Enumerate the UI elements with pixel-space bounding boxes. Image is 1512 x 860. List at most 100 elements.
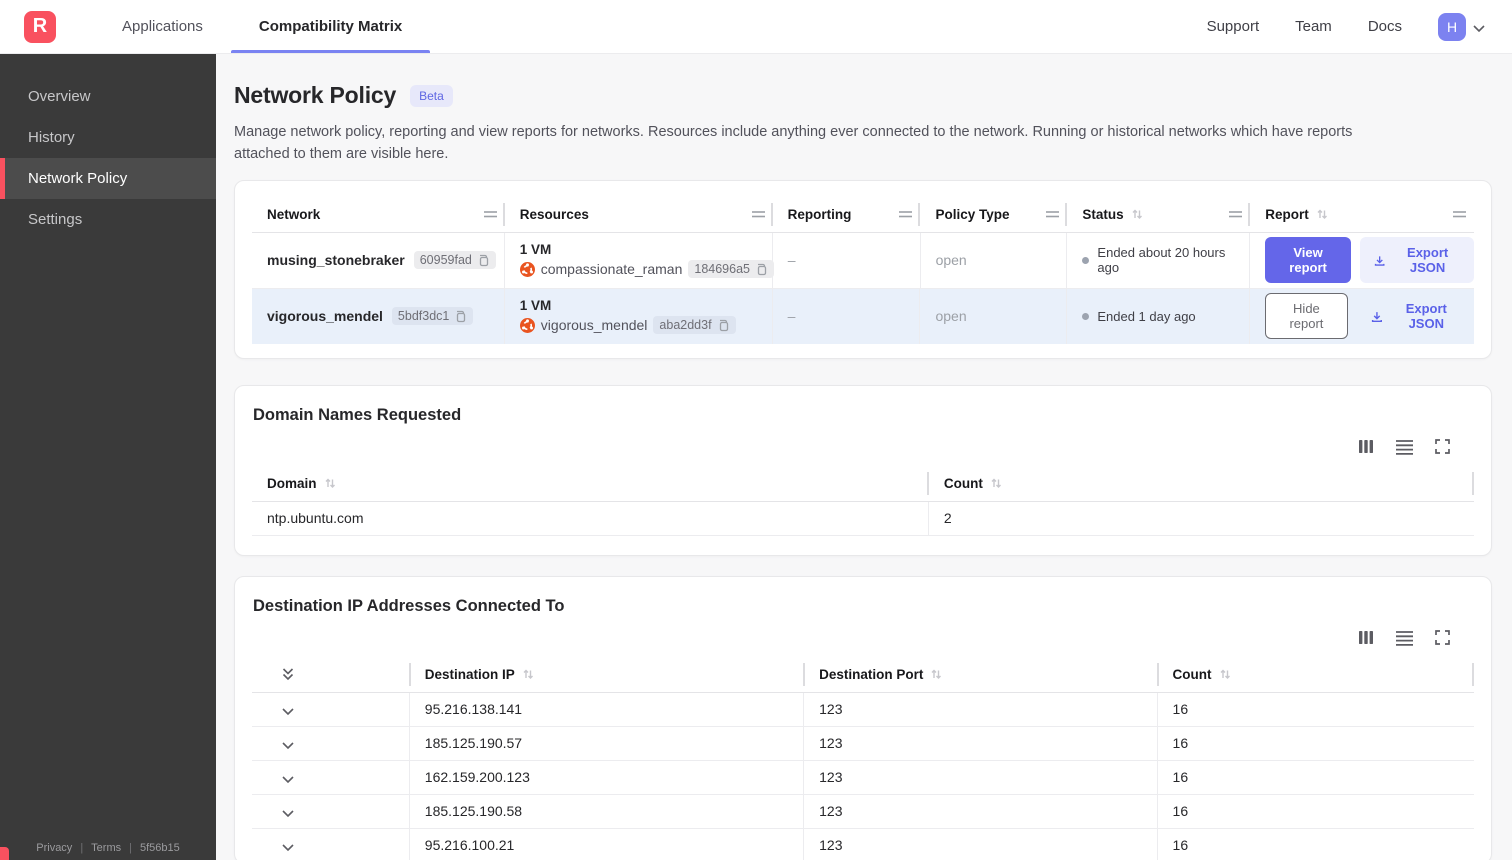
network-name: vigorous_mendel	[267, 308, 383, 325]
row-expander[interactable]	[252, 794, 410, 828]
build-hash: 5f56b15	[139, 842, 180, 854]
copy-icon[interactable]	[476, 253, 490, 267]
resource-id-pill[interactable]: aba2dd3f	[653, 316, 736, 335]
nav-tab-compatibility-matrix[interactable]: Compatibility Matrix	[230, 0, 431, 53]
domain-names-card: Domain Names Requested Domain Count ntp.…	[234, 384, 1492, 556]
col-header-report[interactable]: Report	[1250, 197, 1474, 232]
row-expander[interactable]	[252, 760, 410, 794]
policy-type-value: open	[920, 288, 1068, 344]
ubuntu-icon	[519, 261, 535, 277]
row-expander[interactable]	[252, 692, 410, 726]
network-id-pill[interactable]: 5bdf3dc1	[391, 307, 474, 326]
card-title: Destination IP Addresses Connected To	[253, 596, 565, 615]
export-json-button[interactable]: Export JSON	[1359, 237, 1474, 284]
navbar-right: Support Team Docs H	[1207, 12, 1512, 41]
copy-icon[interactable]	[453, 309, 467, 323]
sort-icon[interactable]	[930, 668, 943, 680]
app-logo[interactable]: R	[24, 10, 56, 43]
export-json-button[interactable]: Export JSON	[1357, 293, 1474, 339]
nav-link-support[interactable]: Support	[1207, 18, 1260, 35]
double-chevron-down-icon[interactable]	[281, 667, 295, 681]
column-resize-icon[interactable]	[899, 209, 913, 219]
nav-link-team[interactable]: Team	[1295, 18, 1332, 35]
col-header-domain[interactable]: Domain	[252, 466, 929, 501]
count-value: 16	[1172, 803, 1189, 820]
expand-all-header[interactable]	[252, 657, 410, 691]
count-value: 2	[943, 510, 952, 527]
sidebar-item-network-policy[interactable]: Network Policy	[0, 158, 216, 199]
view-report-button[interactable]: View report	[1265, 237, 1351, 284]
reporting-value: –	[773, 288, 921, 344]
count-value: 16	[1172, 735, 1189, 752]
col-header-count[interactable]: Count	[929, 466, 1474, 501]
column-resize-icon[interactable]	[1229, 209, 1243, 219]
network-table-card: Network Resources Reporting Policy Type	[234, 179, 1492, 359]
row-expander[interactable]	[252, 726, 410, 760]
col-header-network[interactable]: Network	[252, 197, 505, 232]
table-row: 185.125.190.58 123 16	[252, 794, 1474, 829]
network-table: Network Resources Reporting Policy Type	[252, 197, 1474, 344]
chevron-down-icon[interactable]	[281, 771, 295, 784]
copy-icon[interactable]	[716, 318, 730, 332]
column-resize-icon[interactable]	[751, 209, 765, 219]
chevron-down-icon[interactable]	[281, 703, 295, 716]
column-resize-icon[interactable]	[483, 209, 497, 219]
privacy-link[interactable]: Privacy	[36, 842, 72, 854]
reporting-value: –	[773, 232, 921, 288]
columns-icon[interactable]	[1358, 439, 1374, 455]
user-menu[interactable]: H	[1438, 12, 1486, 41]
sort-icon[interactable]	[324, 477, 337, 489]
download-icon	[1374, 255, 1385, 266]
sidebar-item-overview[interactable]: Overview	[0, 76, 216, 117]
chevron-down-icon[interactable]	[281, 839, 295, 852]
row-expander[interactable]	[252, 828, 410, 860]
network-id-pill[interactable]: 60959fad	[413, 251, 496, 270]
table-row: ntp.ubuntu.com 2	[252, 501, 1474, 536]
col-header-destination-port[interactable]: Destination Port	[803, 657, 1157, 692]
col-header-count[interactable]: Count	[1156, 657, 1474, 692]
destination-ips-card: Destination IP Addresses Connected To De…	[234, 575, 1492, 860]
copy-icon[interactable]	[754, 262, 768, 276]
resource-id-pill[interactable]: 184696a5	[688, 260, 774, 279]
col-header-destination-ip[interactable]: Destination IP	[408, 657, 804, 692]
destination-table-header: Destination IP Destination Port Count	[252, 657, 1474, 693]
nav-tab-applications[interactable]: Applications	[94, 0, 231, 53]
destination-port-value: 123	[804, 726, 1158, 760]
status-dot	[1082, 312, 1090, 320]
count-value: 16	[1172, 769, 1189, 786]
density-icon[interactable]	[1396, 439, 1413, 455]
nav-link-docs[interactable]: Docs	[1368, 18, 1402, 35]
col-header-status[interactable]: Status	[1067, 197, 1251, 232]
sort-icon[interactable]	[990, 477, 1003, 489]
domain-table-header: Domain Count	[252, 466, 1474, 502]
columns-icon[interactable]	[1358, 630, 1374, 646]
sidebar-item-settings[interactable]: Settings	[0, 199, 216, 240]
sort-icon[interactable]	[1131, 208, 1144, 220]
resource-name: vigorous_mendel	[540, 317, 648, 334]
chevron-down-icon[interactable]	[281, 805, 295, 818]
resource-name: compassionate_raman	[540, 261, 683, 278]
policy-type-value: open	[921, 232, 1068, 288]
column-resize-icon[interactable]	[1046, 209, 1060, 219]
sort-icon[interactable]	[1219, 668, 1232, 680]
col-header-reporting[interactable]: Reporting	[773, 197, 921, 232]
corner-accent	[0, 847, 9, 860]
table-row: 162.159.200.123 123 16	[252, 760, 1474, 795]
col-header-policy-type[interactable]: Policy Type	[920, 197, 1068, 232]
fullscreen-icon[interactable]	[1435, 439, 1450, 455]
sidebar: Overview History Network Policy Settings…	[0, 54, 216, 860]
sidebar-item-history[interactable]: History	[0, 117, 216, 158]
col-header-resources[interactable]: Resources	[505, 197, 773, 232]
column-resize-icon[interactable]	[1453, 209, 1467, 219]
density-icon[interactable]	[1396, 630, 1413, 646]
terms-link[interactable]: Terms	[91, 842, 121, 854]
table-toolbar	[252, 630, 1474, 646]
chevron-down-icon[interactable]	[281, 737, 295, 750]
sort-icon[interactable]	[1316, 208, 1329, 220]
primary-nav: Applications Compatibility Matrix	[94, 0, 431, 53]
avatar[interactable]: H	[1438, 12, 1466, 41]
sort-icon[interactable]	[522, 668, 535, 680]
chevron-down-icon	[1473, 25, 1485, 32]
hide-report-button[interactable]: Hide report	[1265, 293, 1348, 340]
fullscreen-icon[interactable]	[1435, 630, 1450, 646]
